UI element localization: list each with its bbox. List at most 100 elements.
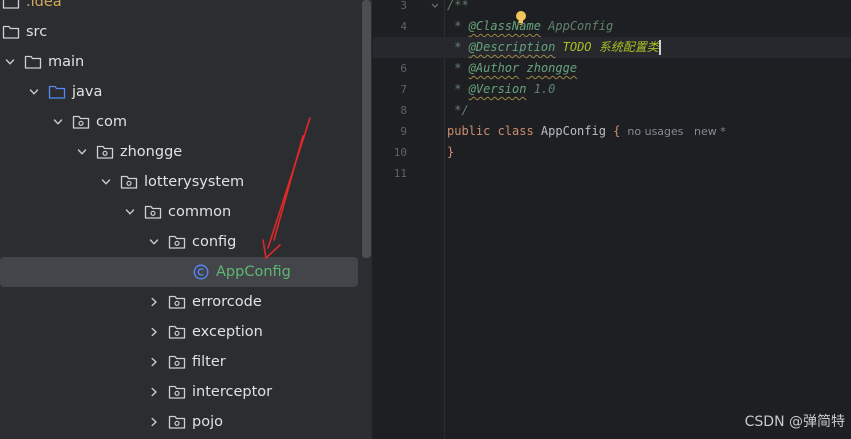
folder-icon xyxy=(2,0,20,10)
code-line[interactable]: public class AppConfig { no usages new * xyxy=(447,121,726,142)
tree-scrollbar[interactable] xyxy=(362,0,371,258)
package-icon xyxy=(168,384,186,400)
package-icon xyxy=(168,414,186,430)
chevron-down-icon[interactable] xyxy=(146,234,162,250)
tree-item-src[interactable]: src xyxy=(0,17,358,47)
tree-item-label: zhongge xyxy=(120,144,183,160)
source-folder-icon xyxy=(48,84,66,100)
chevron-down-icon[interactable] xyxy=(50,114,66,130)
tree-item-label: interceptor xyxy=(192,384,273,400)
chevron-down-icon[interactable] xyxy=(26,84,42,100)
text-caret xyxy=(658,40,661,55)
code-line[interactable]: * @Version 1.0 xyxy=(447,79,555,100)
code-line[interactable]: /** xyxy=(447,0,469,16)
folder-icon xyxy=(2,24,20,40)
code-token: @Author xyxy=(468,61,520,75)
chevron-down-icon[interactable] xyxy=(74,144,90,160)
lightbulb-icon[interactable] xyxy=(515,10,527,26)
code-token: @Description xyxy=(468,40,556,54)
tree-item-main[interactable]: main xyxy=(0,47,358,77)
line-number: 11 xyxy=(393,167,407,180)
tree-item-java[interactable]: java xyxy=(0,77,358,107)
code-token: * xyxy=(447,19,469,33)
tree-item-filter[interactable]: filter xyxy=(0,347,358,377)
tree-item-label: errorcode xyxy=(192,294,262,310)
tree-item-interceptor[interactable]: interceptor xyxy=(0,377,358,407)
tree-item-appconfig[interactable]: AppConfig xyxy=(0,257,358,287)
tree-item-errorcode[interactable]: errorcode xyxy=(0,287,358,317)
tree-item-lotterysystem[interactable]: lotterysystem xyxy=(0,167,358,197)
code-token: @Version xyxy=(468,82,527,96)
code-line[interactable]: */ xyxy=(447,100,469,121)
tree-item-zhongge[interactable]: zhongge xyxy=(0,137,358,167)
package-icon xyxy=(168,234,186,250)
code-editor[interactable]: 34567891011 /** * @ClassName AppConfig *… xyxy=(373,0,851,439)
watermark: CSDN @弹简特 xyxy=(744,414,845,430)
line-number: 10 xyxy=(393,146,407,159)
package-icon xyxy=(168,324,186,340)
code-token: TODO xyxy=(555,40,599,54)
code-token: * xyxy=(447,40,469,54)
code-token: */ xyxy=(447,103,469,117)
code-line[interactable]: * @ClassName AppConfig xyxy=(447,16,613,37)
code-line[interactable]: } xyxy=(447,142,454,163)
tree-item-label: pojo xyxy=(192,414,223,430)
chevron-right-icon[interactable] xyxy=(146,414,162,430)
chevron-right-icon[interactable] xyxy=(146,384,162,400)
chevron-right-icon[interactable] xyxy=(146,354,162,370)
tree-item-com[interactable]: com xyxy=(0,107,358,137)
project-tree: .idea src main java com zhongge lotterysystem c… xyxy=(0,0,372,439)
line-number: 8 xyxy=(400,104,407,117)
chevron-down-icon[interactable] xyxy=(122,204,138,220)
tree-item-common[interactable]: common xyxy=(0,197,358,227)
tree-item-label: com xyxy=(96,114,127,130)
code-token: } xyxy=(447,145,455,159)
tree-item-label: config xyxy=(192,234,237,250)
chevron-down-icon[interactable] xyxy=(98,174,114,190)
package-icon xyxy=(72,114,90,130)
code-token: public class xyxy=(447,124,541,138)
code-token: * xyxy=(447,61,469,75)
tree-item-exception[interactable]: exception xyxy=(0,317,358,347)
code-token: AppConfig xyxy=(540,19,614,33)
tree-item-label: filter xyxy=(192,354,226,370)
fold-icon[interactable] xyxy=(429,0,441,9)
code-line[interactable]: * @Description TODO 系统配置类 xyxy=(373,37,851,58)
code-token: /** xyxy=(447,0,469,12)
chevron-right-icon[interactable] xyxy=(146,294,162,310)
tree-item-label: AppConfig xyxy=(216,264,291,280)
tree-item-label: java xyxy=(72,84,103,100)
code-token: 系统配置类 xyxy=(598,40,659,54)
tree-item-label: exception xyxy=(192,324,263,340)
package-icon xyxy=(120,174,138,190)
inlay-hint[interactable]: no usages new * xyxy=(620,125,725,138)
line-number: 3 xyxy=(400,0,407,12)
tree-item-pojo[interactable]: pojo xyxy=(0,407,358,437)
package-icon xyxy=(96,144,114,160)
line-number: 6 xyxy=(400,62,407,75)
line-number: 9 xyxy=(400,125,407,138)
code-token: { xyxy=(605,124,621,138)
package-icon xyxy=(144,204,162,220)
code-token: AppConfig xyxy=(540,124,606,138)
tree-item-label: lotterysystem xyxy=(144,174,245,190)
line-number: 7 xyxy=(400,83,407,96)
class-icon xyxy=(192,264,210,280)
code-token: @ClassName xyxy=(468,19,541,33)
code-line[interactable]: * @Author zhongge xyxy=(447,58,577,79)
tree-item-label: .idea xyxy=(26,0,62,10)
code-token: 1.0 xyxy=(526,82,556,96)
tree-item-config[interactable]: config xyxy=(0,227,358,257)
tree-item-idea[interactable]: .idea xyxy=(0,0,358,17)
chevron-down-icon[interactable] xyxy=(2,54,18,70)
gutter-divider xyxy=(444,0,445,439)
package-icon xyxy=(168,354,186,370)
tree-item-label: common xyxy=(168,204,232,220)
package-icon xyxy=(168,294,186,310)
line-number: 4 xyxy=(400,20,407,33)
code-token: * xyxy=(447,82,469,96)
chevron-right-icon[interactable] xyxy=(146,324,162,340)
tree-item-label: main xyxy=(48,54,85,70)
line-number-gutter: 34567891011 xyxy=(373,0,445,439)
